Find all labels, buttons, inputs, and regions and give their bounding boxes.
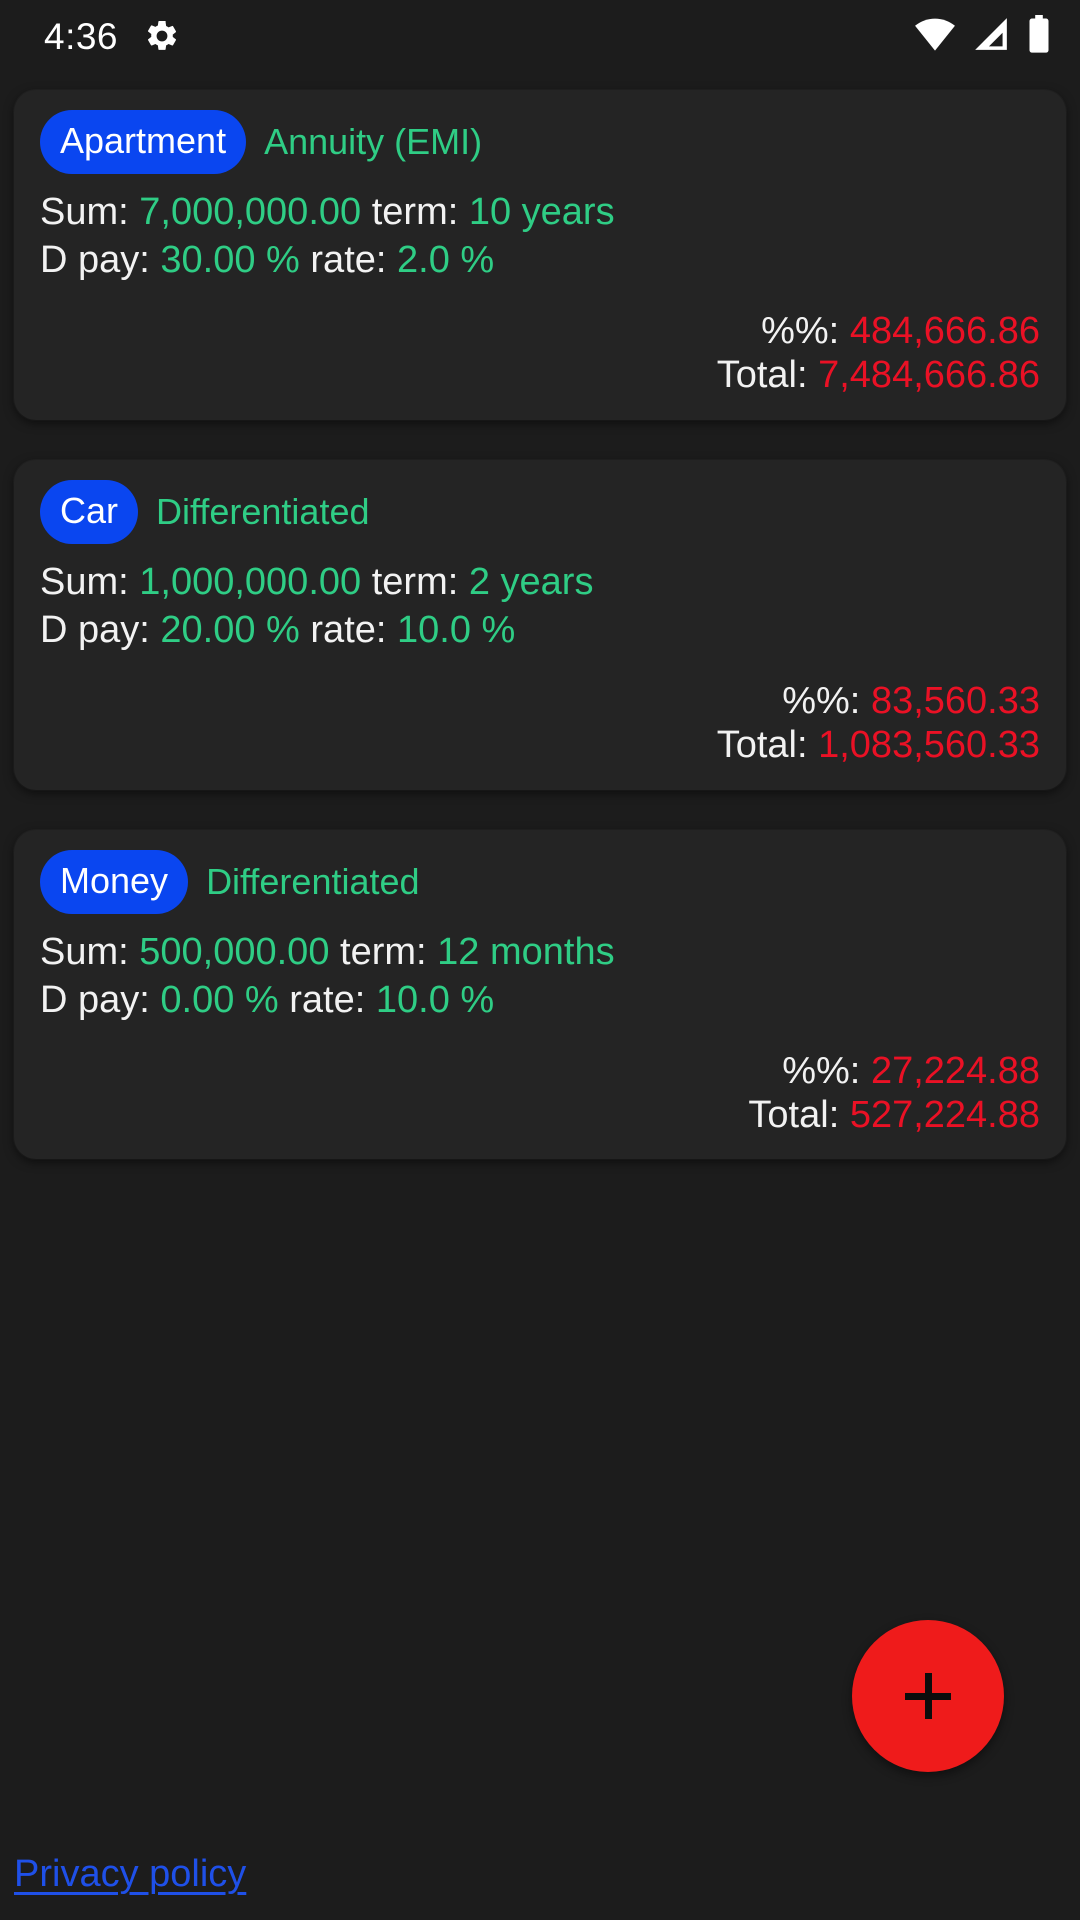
down-payment-value: 20.00 % [160, 609, 300, 652]
loan-card-header: Money Differentiated [40, 849, 1040, 914]
term-label: term: [340, 930, 427, 973]
sum-value: 7,000,000.00 [139, 191, 362, 233]
term-value: 10 years [468, 191, 615, 233]
interest-value: 484,666.86 [849, 309, 1040, 352]
loan-sum-term-row: Sum: 1,000,000.00 term: 2 years [40, 560, 1040, 604]
rate-label: rate: [289, 979, 366, 1022]
loan-sum-term-row: Sum: 500,000.00 term: 12 months [40, 930, 1040, 974]
battery-full-icon [1026, 14, 1052, 58]
privacy-policy-link[interactable]: Privacy policy [14, 1853, 246, 1896]
down-payment-label: D pay: [40, 609, 150, 652]
total-label: Total: [748, 1093, 840, 1136]
add-loan-fab[interactable] [852, 1620, 1004, 1772]
loan-name-badge: Apartment [40, 110, 247, 174]
loan-sum-term-row: Sum: 7,000,000.00 term: 10 years [40, 190, 1040, 234]
status-time: 4:36 [44, 15, 119, 57]
interest-row: %%: 83,560.33 [40, 679, 1040, 723]
interest-value: 27,224.88 [870, 1049, 1040, 1092]
total-label: Total: [716, 724, 808, 767]
sum-label: Sum: [40, 191, 129, 233]
down-payment-value: 0.00 % [160, 979, 279, 1022]
loan-dpay-rate-row: D pay: 30.00 % rate: 2.0 % [40, 238, 1040, 282]
loan-type-label: Differentiated [206, 860, 420, 902]
loan-dpay-rate-row: D pay: 0.00 % rate: 10.0 % [40, 978, 1040, 1022]
total-value: 1,083,560.33 [818, 724, 1040, 767]
interest-value: 83,560.33 [870, 679, 1040, 722]
interest-row: %%: 484,666.86 [40, 309, 1040, 353]
down-payment-label: D pay: [40, 239, 150, 282]
wifi-icon [914, 16, 956, 57]
loan-totals: %%: 27,224.88 Total: 527,224.88 [40, 1049, 1040, 1138]
status-bar: 4:36 [0, 0, 1080, 72]
loan-type-label: Differentiated [156, 490, 370, 532]
term-value: 2 years [468, 560, 594, 603]
total-value: 7,484,666.86 [818, 354, 1040, 397]
interest-row: %%: 27,224.88 [40, 1049, 1040, 1093]
rate-value: 10.0 % [375, 979, 495, 1022]
loan-type-label: Annuity (EMI) [264, 121, 483, 162]
rate-value: 2.0 % [397, 239, 495, 282]
interest-label: %%: [782, 679, 861, 722]
status-icons [914, 14, 1052, 58]
down-payment-value: 30.00 % [160, 239, 300, 282]
loan-card[interactable]: Car Differentiated Sum: 1,000,000.00 ter… [14, 459, 1066, 790]
loan-totals: %%: 83,560.33 Total: 1,083,560.33 [40, 679, 1040, 768]
rate-value: 10.0 % [397, 609, 516, 652]
total-row: Total: 1,083,560.33 [40, 723, 1040, 767]
term-label: term: [371, 560, 459, 603]
total-row: Total: 7,484,666.86 [40, 353, 1040, 397]
term-label: term: [371, 191, 459, 233]
sum-label: Sum: [40, 560, 129, 603]
sum-value: 500,000.00 [139, 930, 330, 973]
loan-name-badge: Car [40, 479, 139, 544]
rate-label: rate: [310, 239, 387, 282]
loan-card-header: Apartment Annuity (EMI) [40, 110, 1040, 174]
down-payment-label: D pay: [40, 979, 150, 1022]
loan-card[interactable]: Money Differentiated Sum: 500,000.00 ter… [14, 829, 1066, 1160]
sum-label: Sum: [40, 930, 129, 973]
interest-label: %%: [782, 1049, 861, 1092]
loan-card-header: Car Differentiated [40, 479, 1040, 544]
term-value: 12 months [437, 930, 615, 973]
sum-value: 1,000,000.00 [139, 560, 362, 603]
rate-label: rate: [310, 609, 387, 652]
interest-label: %%: [761, 309, 840, 352]
plus-icon-vertical [924, 1673, 932, 1719]
loan-dpay-rate-row: D pay: 20.00 % rate: 10.0 % [40, 608, 1040, 652]
gear-icon [144, 18, 180, 54]
total-row: Total: 527,224.88 [40, 1093, 1040, 1137]
total-value: 527,224.88 [849, 1093, 1040, 1136]
loan-name-badge: Money [40, 849, 189, 914]
loan-totals: %%: 484,666.86 Total: 7,484,666.86 [40, 309, 1040, 398]
loan-card[interactable]: Apartment Annuity (EMI) Sum: 7,000,000.0… [14, 90, 1066, 420]
footer: Privacy policy [14, 1853, 246, 1896]
total-label: Total: [716, 354, 808, 397]
cell-signal-icon [972, 16, 1010, 57]
